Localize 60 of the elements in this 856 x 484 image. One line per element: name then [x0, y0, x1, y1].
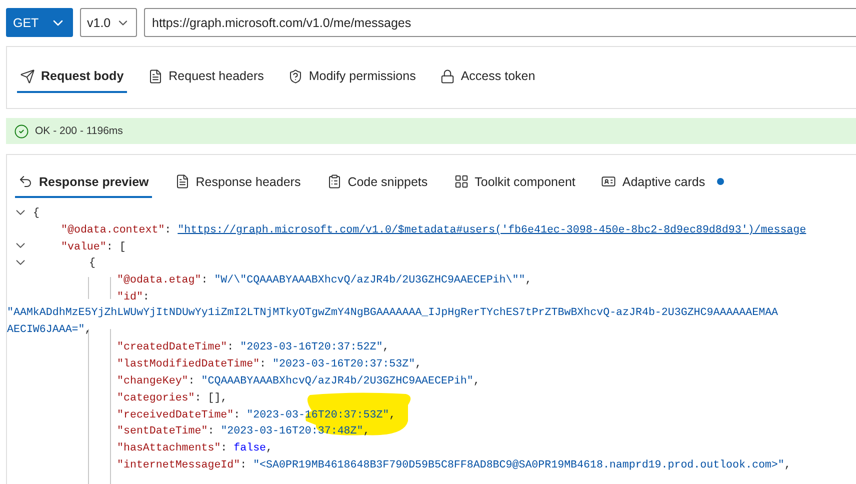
json-key: "sentDateTime"	[117, 426, 208, 438]
json-colon: :	[188, 375, 195, 388]
json-comma: ,	[415, 358, 422, 370]
json-comma: ,	[473, 375, 480, 388]
json-key: "receivedDateTime"	[117, 408, 234, 421]
json-key: "hasAttachments"	[117, 442, 221, 454]
json-comma: ,	[363, 426, 370, 438]
url-field[interactable]: https://graph.microsoft.com/v1.0/me/messages	[144, 8, 856, 37]
json-key: "@odata.etag"	[117, 274, 202, 286]
json-value: AECIW6JAAA="	[7, 324, 85, 336]
json-key: "categories"	[117, 392, 195, 404]
json-comma: ,	[220, 392, 228, 404]
json-bracket: {	[89, 258, 96, 270]
json-value: "CQAAABYAAABXhcvQ/azJR4b/2U3GZHC9AAECEPih"	[201, 375, 474, 388]
json-comma: ,	[784, 459, 791, 472]
method-dropdown[interactable]: GET	[6, 8, 73, 37]
json-value: "2023-03-16T20:37:52Z"	[240, 342, 383, 354]
json-key: "changeKey"	[117, 375, 188, 388]
json-colon: :	[227, 342, 234, 354]
json-colon: :	[164, 224, 172, 236]
version-dropdown[interactable]: v1.0	[80, 8, 137, 37]
response-tab[interactable]: Adaptive cards	[598, 168, 728, 198]
json-key: "@odata.context"	[61, 224, 165, 236]
json-key: "lastModifiedDateTime"	[117, 358, 260, 370]
json-key: "createdDateTime"	[117, 342, 228, 354]
json-colon: :	[240, 459, 247, 472]
json-colon: :	[106, 240, 113, 253]
response-tab[interactable]: Response headers	[172, 168, 304, 198]
request-tab[interactable]: Modify permissions	[284, 62, 419, 92]
json-value: false	[234, 442, 266, 454]
json-key: "id"	[117, 291, 143, 304]
json-comma: ,	[382, 342, 390, 354]
response-tab[interactable]: Toolkit component	[450, 168, 578, 198]
json-colon: :	[142, 291, 150, 304]
link[interactable]: "https://graph.microsoft.com/v1.0/$metadata#users('fb6e41ec-3098-450e-8bc2-8d9ec89d8d93')/message	[178, 224, 806, 236]
request-tab[interactable]: Access token	[436, 62, 538, 92]
json-bracket: [	[119, 240, 126, 253]
status-text: OK - 200 - 1196ms	[35, 125, 123, 137]
request-tab[interactable]: Request headers	[144, 62, 267, 92]
response-tab[interactable]: Response preview	[15, 168, 152, 198]
json-colon: :	[194, 392, 202, 404]
json-colon: :	[234, 408, 240, 421]
json-bracket: []	[208, 392, 221, 404]
json-comma: ,	[266, 442, 273, 454]
json-key: "value"	[61, 240, 106, 253]
json-bracket: {	[33, 207, 40, 220]
request-tab[interactable]: Request body	[17, 62, 127, 92]
json-value: "W/\"CQAAABYAAABXhcvQ/azJR4b/2U3GZHC9AAECEPih\""	[214, 274, 526, 286]
json-value: "AAMkADdhMzE5YjZhLWUwYjItNDUwYy1iZmI2LTNjMTkyOTgwZmY4NgBGAAAAAAA_IJpHgRerTYchES7tPrZTBwBXhcvQ-azJR4b-2U3GZHC9AAAAAAEMAA	[7, 306, 778, 319]
response-tab[interactable]: Code snippets	[324, 168, 431, 198]
json-colon: :	[201, 274, 208, 286]
json-value: "2023-03-16T20:37:53Z"	[272, 358, 416, 370]
json-key: "internetMessageId"	[117, 459, 240, 472]
json-colon: :	[260, 358, 266, 370]
json-comma: ,	[389, 408, 396, 421]
json-colon: :	[208, 426, 214, 438]
json-colon: :	[220, 442, 228, 454]
json-comma: ,	[525, 274, 532, 286]
json-comma: ,	[84, 324, 92, 336]
json-value: "<SA0PR19MB4618648B3F790D59B5C8FF8AD8BC9@SA0PR19MB4618.namprd19.prod.outlook.com>"	[253, 459, 784, 472]
